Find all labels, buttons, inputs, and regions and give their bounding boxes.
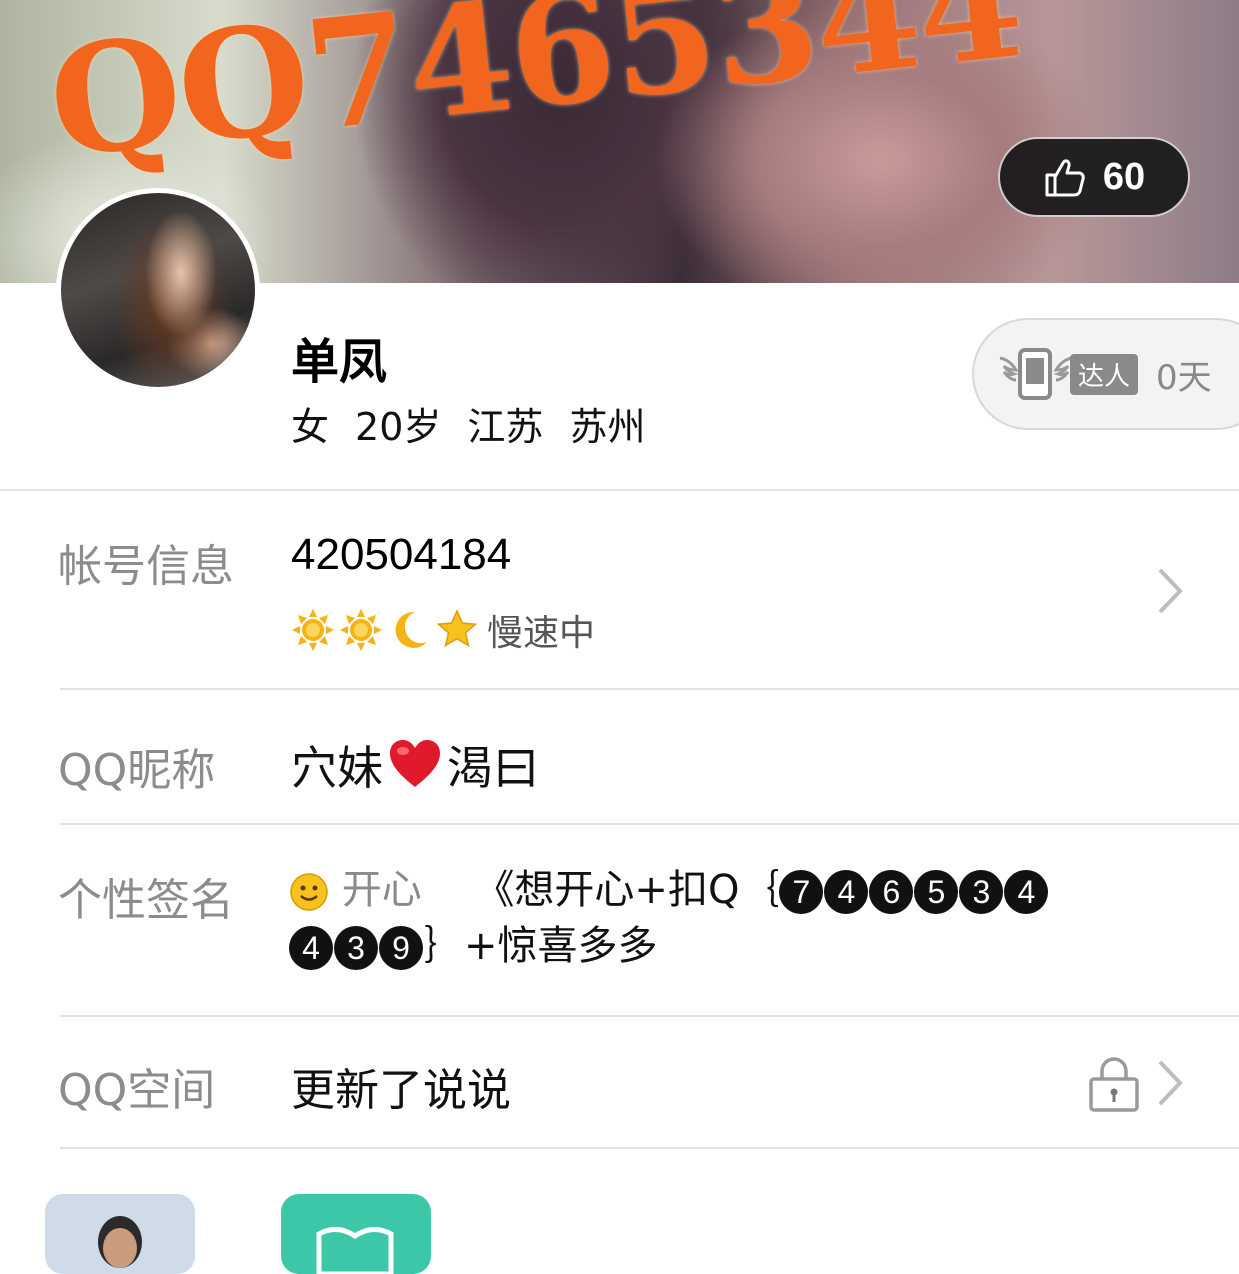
circled-digit: 4 (1004, 870, 1049, 914)
chevron-right-icon (1158, 568, 1183, 614)
qzone-label: QQ空间 (58, 1065, 216, 1116)
qq-level: 慢速中 (291, 604, 595, 656)
winged-phone-icon: 达人 (996, 344, 1139, 404)
daren-days: 0天 (1156, 357, 1212, 398)
circled-digit: 7 (779, 870, 824, 914)
section-divider (0, 489, 1239, 491)
signature-label: 个性签名 (58, 875, 234, 926)
location: 江苏 苏州 (467, 396, 645, 451)
signature-text-after: ｝+惊喜多多 (424, 923, 658, 969)
city: 苏州 (569, 405, 646, 449)
row-divider (60, 688, 1239, 690)
nickname-part2: 渴曰 (447, 741, 539, 795)
cover-banner-text: QQ7465344 (41, 0, 1029, 192)
like-count: 60 (1102, 155, 1146, 198)
sun-icon (340, 609, 382, 651)
account-label: 帐号信息 (58, 541, 234, 592)
book-icon (316, 1227, 394, 1274)
daren-badge-button[interactable]: 达人 0天 (972, 318, 1239, 430)
circled-digit: 3 (959, 870, 1004, 914)
signature-value: 开心 《想开心+扣Q｛ 7 4 6 5 3 4 4 3 9 ｝+惊喜多多 (289, 862, 1069, 974)
app-tile-green[interactable] (281, 1194, 431, 1274)
gender: 女 (291, 405, 330, 449)
circled-digit: 3 (334, 926, 378, 970)
moon-icon (395, 611, 427, 648)
age: 20岁 (355, 405, 442, 449)
row-divider (60, 1147, 1239, 1149)
app-tile-avatar[interactable] (45, 1194, 195, 1274)
row-divider (60, 823, 1239, 825)
mood-text: 开心 (341, 867, 422, 913)
circled-digit: 4 (289, 926, 333, 970)
circled-digit: 9 (379, 926, 423, 970)
thumbs-up-icon (1045, 159, 1085, 197)
circled-digit: 4 (824, 870, 869, 914)
nickname-value: 穴妹 渴曰 (291, 732, 539, 798)
row-divider (60, 1015, 1239, 1017)
nickname-label: QQ昵称 (58, 745, 216, 796)
heart-icon (390, 740, 440, 787)
person-icon (98, 1216, 142, 1268)
signature-text-before: 《想开心+扣Q｛ (474, 867, 780, 913)
chevron-right-icon (1158, 1060, 1183, 1106)
qzone-value: 更新了说说 (291, 1065, 511, 1116)
lock-icon (1089, 1057, 1139, 1112)
account-number: 420504184 (291, 530, 512, 579)
nickname-part1: 穴妹 (291, 741, 383, 795)
profile-name: 单凤 (291, 334, 388, 390)
star-icon (436, 609, 478, 648)
avatar[interactable] (56, 188, 260, 392)
smiley-icon (290, 873, 328, 911)
circled-digit: 6 (869, 870, 914, 914)
province: 江苏 (467, 405, 544, 449)
circled-digit: 5 (914, 870, 959, 914)
sun-icon (292, 609, 334, 651)
profile-basic-info: 女 20岁 江苏 苏州 (291, 396, 646, 451)
daren-tag: 达人 (1070, 353, 1139, 395)
like-button[interactable]: 60 (998, 137, 1190, 217)
level-status: 慢速中 (487, 613, 596, 654)
